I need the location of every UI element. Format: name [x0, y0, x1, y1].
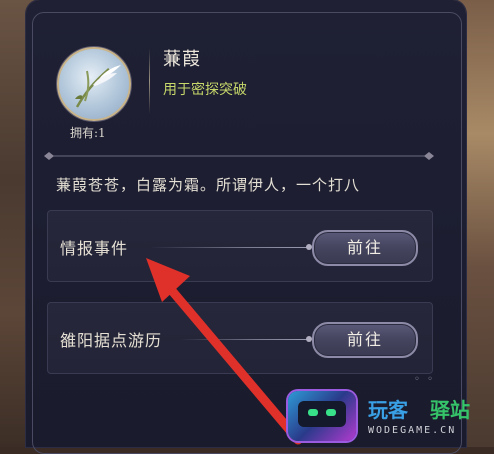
ornament-divider	[44, 152, 434, 160]
watermark-text: 驿站	[430, 398, 470, 422]
source-row: 雒阳据点游历 前往	[47, 302, 433, 374]
go-button[interactable]: 前往	[312, 230, 418, 266]
owned-count: 拥有:1	[70, 126, 106, 140]
item-name: 蒹葭	[163, 49, 201, 70]
watermark-text: 玩客	[368, 398, 408, 422]
item-icon	[57, 47, 131, 121]
watermark-logo	[288, 391, 356, 441]
robot-face-icon	[298, 401, 346, 427]
corner-decoration: ◦ ◦	[414, 374, 435, 385]
source-row: 情报事件 前往	[47, 210, 433, 282]
item-usage: 用于密探突破	[163, 82, 247, 98]
item-flavor-text: 蒹葭苍苍，白露为霜。所谓伊人，一个打八	[56, 176, 361, 194]
source-label: 雒阳据点游历	[60, 331, 163, 350]
vertical-divider	[149, 48, 150, 114]
go-button[interactable]: 前往	[312, 322, 418, 358]
connector-line	[180, 339, 310, 340]
source-label: 情报事件	[60, 239, 129, 258]
reed-icon	[75, 65, 121, 108]
watermark-url: WODEGAME.CN	[368, 425, 457, 436]
connector-line	[150, 247, 310, 248]
